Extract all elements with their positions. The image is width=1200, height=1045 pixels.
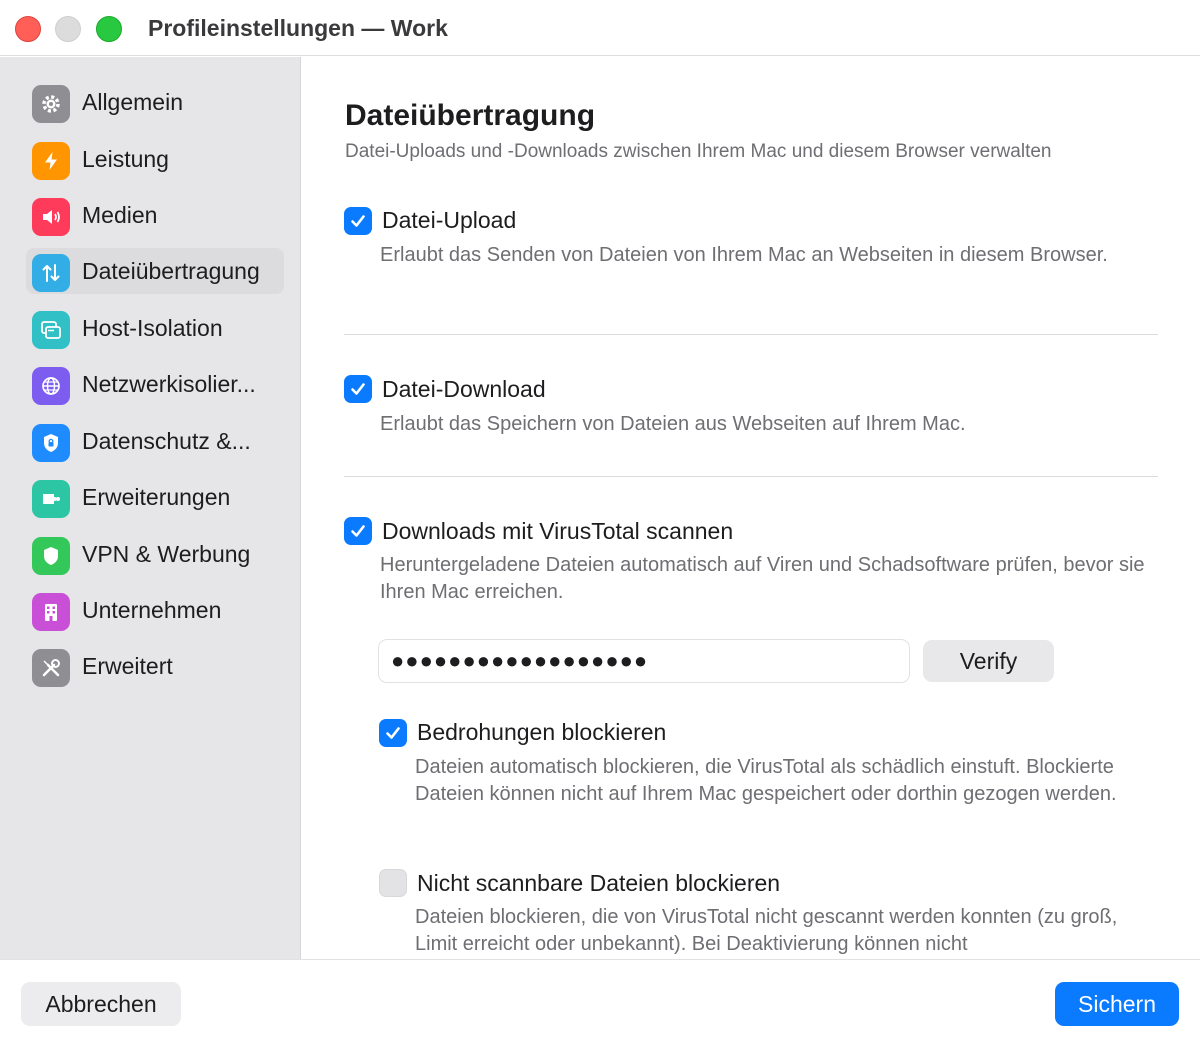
file-upload-checkbox[interactable] [344,207,372,235]
block-unscannable-checkbox[interactable] [379,869,407,897]
sidebar-item-label: Medien [82,202,158,228]
footer-bar: Abbrechen Sichern [0,959,1200,1045]
sidebar-item-label: Netzwerkisolier... [82,371,256,397]
page-title: Dateiübertragung [345,99,596,132]
sidebar-item-label: Dateiübertragung [82,258,260,284]
checkmark-icon [351,215,365,227]
windows-icon [32,311,70,349]
virustotal-scan-label[interactable]: Downloads mit VirusTotal scannen [382,518,733,545]
window-title: Profileinstellungen — Work [148,15,448,41]
globe-icon [32,367,70,405]
file-download-description: Erlaubt das Speichern von Dateien aus We… [380,413,966,435]
cancel-button[interactable]: Abbrechen [21,982,181,1026]
sidebar-item-allgemein[interactable]: Allgemein [26,79,284,125]
sidebar-item-dateiuebertragung[interactable]: Dateiübertragung [26,248,284,294]
speaker-icon [32,198,70,236]
sidebar-item-label: Host-Isolation [82,315,223,341]
block-unscannable-label[interactable]: Nicht scannbare Dateien blockieren [417,870,780,897]
bolt-icon [32,142,70,180]
sidebar-item-label: Allgemein [82,89,183,115]
transfer-arrows-icon [32,254,70,292]
sidebar-item-label: Unternehmen [82,597,222,623]
sidebar-item-host-isolation[interactable]: Host-Isolation [26,305,284,351]
content-pane: Dateiübertragung Datei-Uploads und -Down… [302,57,1200,959]
page-subtitle: Datei-Uploads und -Downloads zwischen Ih… [345,141,1052,162]
block-unscannable-description: Dateien blockieren, die von VirusTotal n… [415,906,1118,955]
block-threats-label[interactable]: Bedrohungen blockieren [417,719,666,746]
checkmark-icon [386,727,400,739]
divider [344,476,1158,477]
api-key-field[interactable]: ●●●●●●●●●●●●●●●●●● [378,639,910,683]
sidebar-item-medien[interactable]: Medien [26,192,284,238]
checkmark-icon [351,383,365,395]
block-threats-description: Dateien automatisch blockieren, die Viru… [415,756,1117,805]
sidebar-item-vpn-werbung[interactable]: VPN & Werbung [26,531,284,577]
file-download-label[interactable]: Datei-Download [382,376,546,403]
minimize-window-button[interactable] [55,16,81,42]
sidebar-item-label: Erweiterungen [82,484,231,510]
sidebar: Allgemein Leistung Medien Dateiübertragu… [0,57,301,959]
divider [344,334,1158,335]
sidebar-item-label: Leistung [82,146,169,172]
sidebar-item-label: VPN & Werbung [82,541,251,567]
sidebar-item-netzwerkisolierung[interactable]: Netzwerkisolier... [26,361,284,407]
file-download-checkbox[interactable] [344,375,372,403]
sidebar-item-label: Erweitert [82,653,173,679]
building-icon [32,593,70,631]
block-threats-checkbox[interactable] [379,719,407,747]
checkmark-icon [351,525,365,537]
title-bar: Profileinstellungen — Work [0,0,1200,56]
verify-button[interactable]: Verify [923,640,1054,682]
sidebar-item-datenschutz[interactable]: Datenschutz &... [26,418,284,464]
tools-icon [32,649,70,687]
save-button[interactable]: Sichern [1055,982,1179,1026]
gear-icon [32,85,70,123]
file-upload-label[interactable]: Datei-Upload [382,207,516,234]
sidebar-item-label: Datenschutz &... [82,428,251,454]
sidebar-item-erweiterungen[interactable]: Erweiterungen [26,474,284,520]
sidebar-item-erweitert[interactable]: Erweitert [26,643,284,689]
lock-shield-icon [32,424,70,462]
sidebar-item-unternehmen[interactable]: Unternehmen [26,587,284,633]
puzzle-icon [32,480,70,518]
shield-icon [32,537,70,575]
virustotal-scan-checkbox[interactable] [344,517,372,545]
zoom-window-button[interactable] [96,16,122,42]
settings-window: Profileinstellungen — Work Allgemein Lei… [0,0,1200,1045]
virustotal-scan-description: Heruntergeladene Dateien automatisch auf… [380,554,1145,603]
file-upload-description: Erlaubt das Senden von Dateien von Ihrem… [380,244,1108,266]
close-window-button[interactable] [15,16,41,42]
sidebar-item-leistung[interactable]: Leistung [26,136,284,182]
